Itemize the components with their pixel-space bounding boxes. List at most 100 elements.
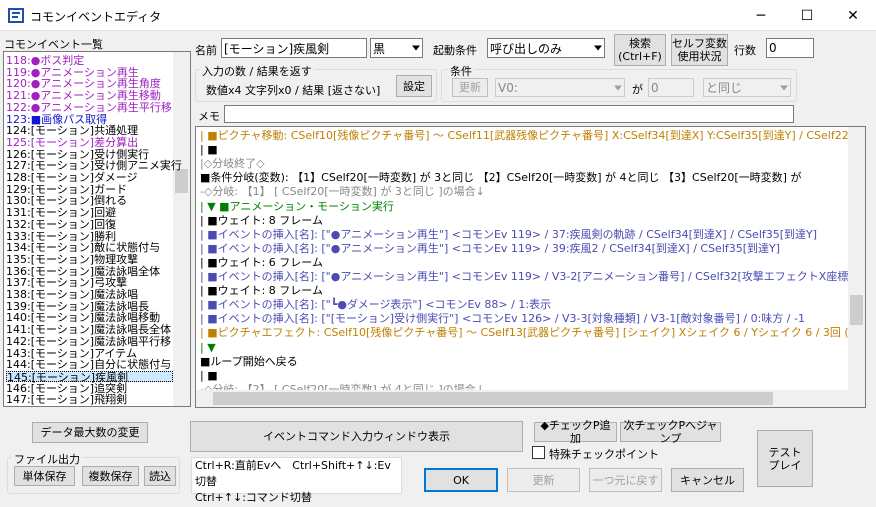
- condition-ga-label: が: [632, 83, 643, 96]
- command-line[interactable]: |◇分岐終了◇: [200, 157, 265, 171]
- ok-button[interactable]: OK: [424, 468, 498, 492]
- event-list-item[interactable]: 138:[モーション]魔法詠唱: [6, 289, 138, 300]
- undo-button[interactable]: 一つ元に戻す: [589, 468, 662, 492]
- condition-number-value: 0: [651, 80, 659, 95]
- max-data-button[interactable]: データ最大数の変更: [32, 422, 148, 443]
- cancel-button[interactable]: キャンセル: [671, 468, 744, 492]
- event-list-item[interactable]: 146:[モーション]追突剣: [6, 383, 127, 394]
- command-line[interactable]: -◇分岐: 【1】 [ CSelf20[一時変数] が 3と同じ ]の場合↓: [200, 185, 485, 199]
- event-list-item[interactable]: 124:[モーション]共通処理: [6, 125, 138, 136]
- search-button-label-2: (Ctrl+F): [618, 50, 662, 63]
- event-list-item[interactable]: 136:[モーション]魔法詠唱全体: [6, 266, 160, 277]
- command-line[interactable]: | ■ウェイト: 8 フレーム: [200, 214, 323, 228]
- command-line[interactable]: ■条件分岐(変数): 【1】CSelf20[一時変数] が 3と同じ 【2】CS…: [200, 171, 801, 185]
- test-play-button[interactable]: テスト プレイ: [757, 430, 813, 487]
- io-settings-button[interactable]: 設定: [396, 75, 432, 97]
- command-list[interactable]: -◇分岐: 【2】 [ CSelf20[一時変数] が 4と同じ ]の場合↓| …: [195, 126, 866, 408]
- name-label: 名前: [195, 44, 217, 57]
- condition-var-value: V0:: [498, 80, 518, 95]
- memo-input[interactable]: [224, 105, 794, 123]
- command-line[interactable]: | ■イベントの挿入[名]: ["●アニメーション再生"] <コモンEv 119…: [200, 228, 817, 242]
- event-list-item[interactable]: 126:[モーション]受け側実行: [6, 149, 149, 160]
- search-button-label-1: 検索: [629, 37, 651, 50]
- test-play-label-1: テスト: [768, 445, 802, 459]
- command-list-vscroll-thumb[interactable]: [850, 295, 863, 325]
- event-list-item[interactable]: 130:[モーション]倒れる: [6, 195, 127, 206]
- single-save-button[interactable]: 単体保存: [14, 466, 75, 486]
- lines-input[interactable]: 0: [766, 38, 814, 58]
- command-line[interactable]: | ■ウェイト: 6 フレーム: [200, 256, 323, 270]
- load-button[interactable]: 読込: [144, 466, 176, 486]
- search-button[interactable]: 検索 (Ctrl+F): [614, 34, 666, 66]
- shortcut-hints: Ctrl+R:直前Evへ Ctrl+Shift+↑↓:Ev切替 Ctrl+↑↓:…: [191, 457, 402, 504]
- name-input[interactable]: [モーション]疾風剣: [221, 38, 367, 58]
- minimize-icon: ─: [756, 7, 766, 24]
- color-select[interactable]: 黒: [370, 38, 423, 58]
- chevron-down-icon: [780, 85, 788, 90]
- add-checkpoint-button[interactable]: ◆チェックP追加: [534, 419, 617, 445]
- event-list-item[interactable]: 120:●アニメーション再生角度: [6, 78, 161, 89]
- event-list[interactable]: 118:●ボス判定 119:●アニメーション再生 120:●アニメーション再生角度 1…: [3, 51, 191, 407]
- event-list-item[interactable]: 140:[モーション]魔法詠唱移動: [6, 312, 160, 323]
- trigger-select-value: 呼び出しのみ: [490, 41, 563, 56]
- condition-number-input[interactable]: 0: [648, 78, 694, 97]
- multi-save-button[interactable]: 複数保存: [82, 466, 139, 486]
- event-list-scrollbar[interactable]: [173, 52, 190, 406]
- command-line[interactable]: | ■イベントの挿入[名]: ["●アニメーション再生"] <コモンEv 119…: [200, 270, 865, 284]
- command-input-window-button[interactable]: イベントコマンド入力ウィンドウ表示: [190, 421, 523, 452]
- event-list-item[interactable]: 142:[モーション]魔法詠唱平行移: [6, 336, 171, 347]
- test-play-label-2: プレイ: [768, 458, 802, 472]
- event-list-item[interactable]: 122:●アニメーション再生平行移: [6, 102, 172, 113]
- command-line[interactable]: | ■ピクチャ移動: CSelf10[残像ピクチャ番号] 〜 CSelf11[武…: [200, 129, 853, 143]
- chevron-down-icon: [412, 45, 420, 51]
- event-list-item[interactable]: 143:[モーション]アイテム: [6, 348, 137, 359]
- next-checkpoint-button[interactable]: 次チェックPへジャンプ: [620, 419, 721, 445]
- command-line[interactable]: | ■: [200, 143, 218, 157]
- update-button[interactable]: 更新: [507, 468, 580, 492]
- maximize-icon: ☐: [800, 7, 814, 24]
- command-list-hscrollbar[interactable]: [196, 390, 848, 407]
- chevron-down-icon: [614, 85, 622, 90]
- trigger-select[interactable]: 呼び出しのみ: [487, 38, 605, 58]
- event-list-item[interactable]: 135:[モーション]物理攻撃: [6, 254, 138, 265]
- minimize-button[interactable]: ─: [738, 0, 784, 31]
- event-list-item[interactable]: 137:[モーション]弓攻撃: [6, 277, 127, 288]
- event-list-item[interactable]: 129:[モーション]ガード: [6, 184, 127, 195]
- event-list-item[interactable]: 123:■画像パス取得: [6, 114, 107, 125]
- command-line[interactable]: | ■イベントの挿入[名]: ["[モーション]受け側実行"] <コモンEv 1…: [200, 312, 805, 326]
- maximize-button[interactable]: ☐: [784, 0, 830, 31]
- command-line[interactable]: ■ループ開始へ戻る: [200, 355, 298, 369]
- condition-var-select[interactable]: V0:: [495, 78, 625, 97]
- trigger-label: 起動条件: [433, 44, 477, 57]
- command-line[interactable]: | ▼: [200, 341, 216, 355]
- condition-update-button[interactable]: 更新: [452, 78, 488, 97]
- event-list-item[interactable]: 141:[モーション]魔法詠唱長全体: [6, 324, 171, 335]
- event-list-item[interactable]: 118:●ボス判定: [6, 55, 84, 66]
- close-button[interactable]: ✕: [830, 0, 876, 31]
- event-list-item[interactable]: 131:[モーション]回避: [6, 207, 116, 218]
- event-list-item[interactable]: 134:[モーション]敵に状態付与: [6, 242, 160, 253]
- event-list-item[interactable]: 121:●アニメーション再生移動: [6, 90, 161, 101]
- event-list-item[interactable]: 125:[モーション]差分算出: [6, 137, 138, 148]
- event-list-item[interactable]: 144:[モーション]自分に状態付与: [6, 359, 171, 370]
- chevron-down-icon: [594, 45, 602, 51]
- event-list-item[interactable]: 128:[モーション]ダメージ: [6, 172, 138, 183]
- condition-operator-select[interactable]: と同じ: [703, 78, 791, 97]
- command-line[interactable]: | ■イベントの挿入[名]: ["●アニメーション再生"] <コモンEv 119…: [200, 242, 780, 256]
- command-line[interactable]: | ■: [200, 369, 218, 383]
- command-list-vscrollbar[interactable]: [848, 127, 865, 407]
- event-list-item[interactable]: 145:[モーション]疾風剣: [6, 370, 173, 383]
- command-line[interactable]: | ■イベントの挿入[名]: ["┗●ダメージ表示"] <コモンEv 88> /…: [200, 298, 551, 312]
- command-list-hscroll-thumb[interactable]: [213, 392, 773, 405]
- event-list-scroll-thumb[interactable]: [175, 169, 188, 193]
- event-list-item[interactable]: 127:[モーション]受け側アニメ実行: [6, 160, 182, 171]
- command-line[interactable]: | ▼ ■アニメーション・モーション実行: [200, 200, 394, 214]
- event-list-item[interactable]: 133:[モーション]勝利: [6, 231, 116, 242]
- condition-operator-value: と同じ: [706, 81, 743, 95]
- self-var-usage-button[interactable]: セルフ変数 使用状況: [671, 34, 728, 66]
- command-line[interactable]: | ■ピクチャエフェクト: CSelf10[残像ピクチャ番号] 〜 CSelf1…: [200, 326, 865, 340]
- special-checkpoint-checkbox[interactable]: [532, 446, 545, 459]
- event-list-item[interactable]: 132:[モーション]回復: [6, 219, 116, 230]
- command-line[interactable]: | ■ウェイト: 8 フレーム: [200, 284, 323, 298]
- event-list-item[interactable]: 147:[モーション]飛翔剣: [6, 394, 127, 405]
